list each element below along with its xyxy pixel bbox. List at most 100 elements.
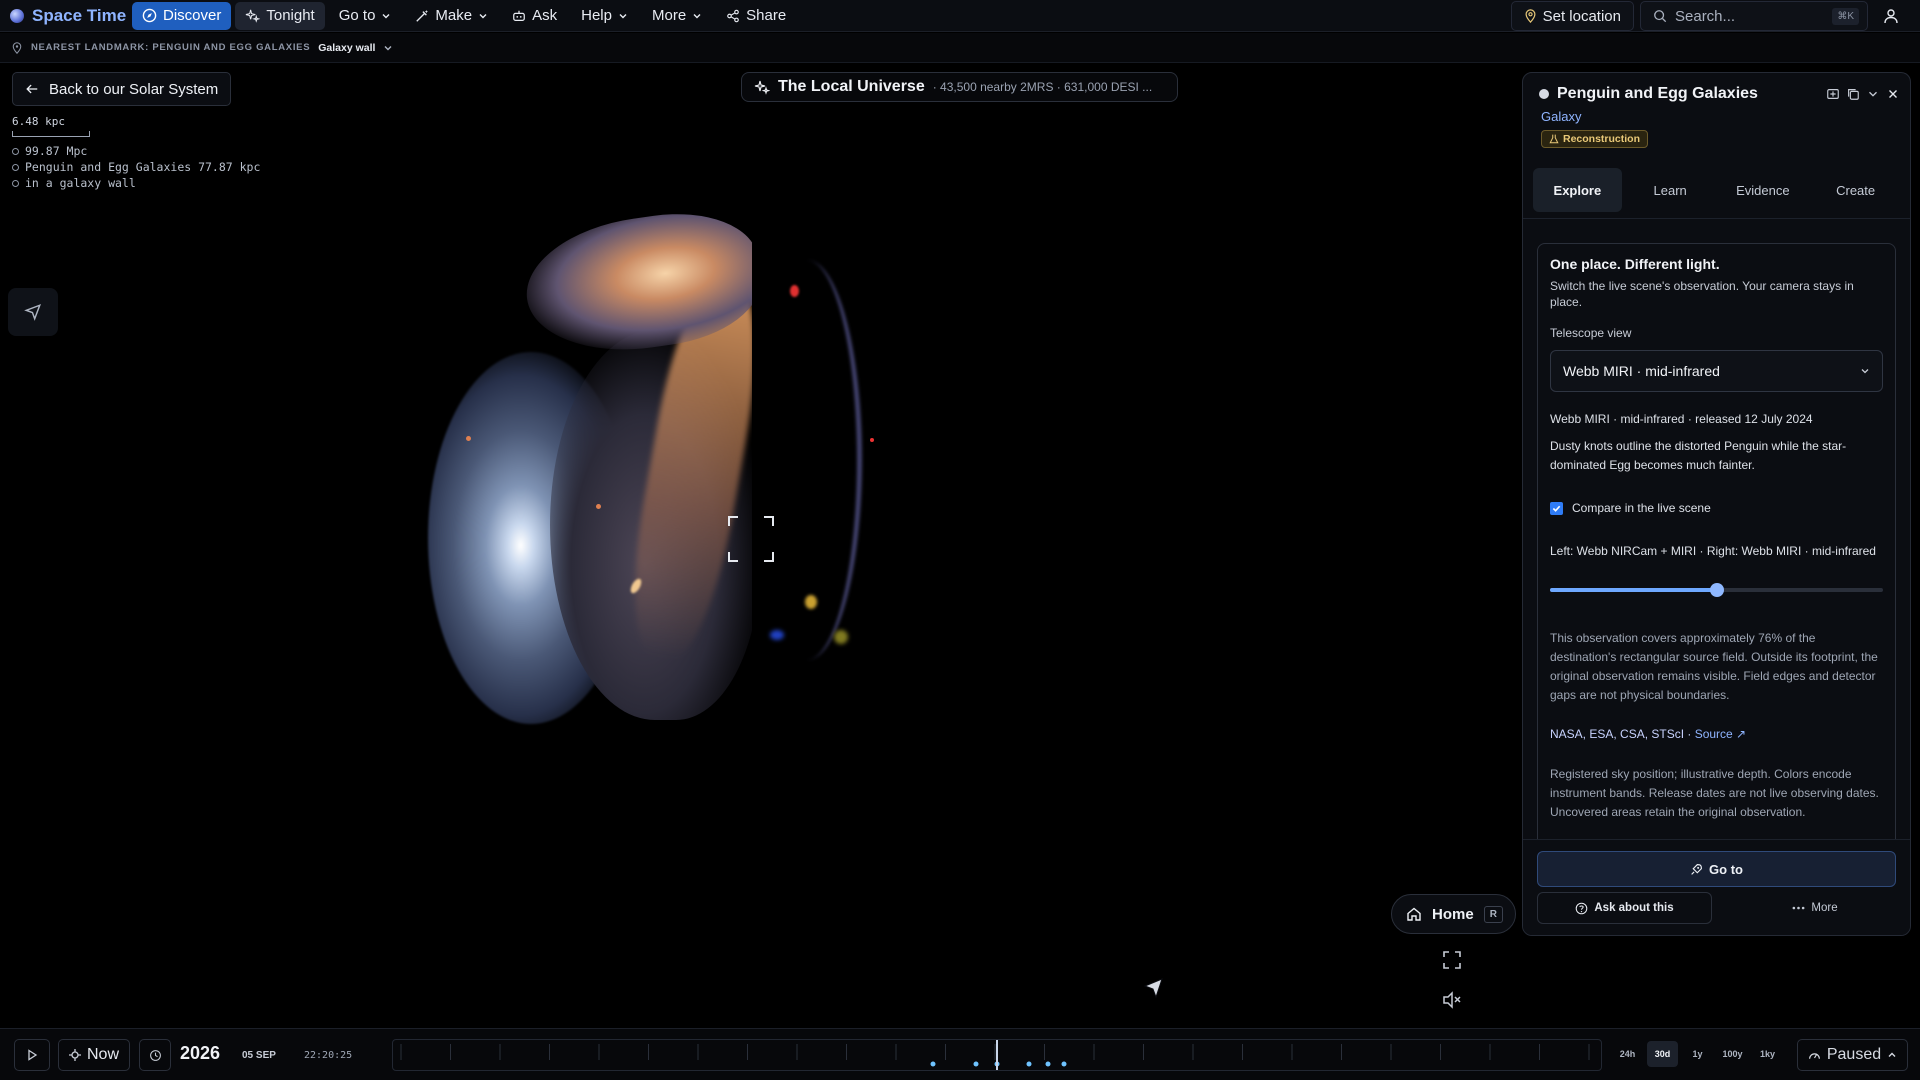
playback-state-label: Paused: [1826, 1046, 1882, 1063]
chevron-down-icon[interactable]: [383, 43, 393, 53]
position-readouts: 99.87 Mpc Penguin and Egg Galaxies 77.87…: [12, 143, 260, 191]
goto-menu[interactable]: Go to: [329, 2, 402, 30]
go-to-label: Go to: [1709, 861, 1743, 877]
panel-tabs: Explore Learn Evidence Create: [1533, 168, 1900, 212]
readout-row: Penguin and Egg Galaxies 77.87 kpc: [12, 159, 260, 175]
help-menu[interactable]: Help: [571, 2, 638, 30]
pin-panel-icon[interactable]: [1826, 87, 1840, 101]
search-icon: [1654, 10, 1667, 23]
timeline-scrubber[interactable]: [392, 1039, 1602, 1071]
home-button[interactable]: Home R: [1391, 894, 1516, 934]
more-actions-button[interactable]: More: [1745, 892, 1885, 924]
circle-icon: [12, 147, 19, 155]
timeline-event-dot[interactable]: [1026, 1061, 1032, 1067]
speed-gauge-icon: [1808, 1052, 1820, 1059]
top-right-controls: Set location ⌘K: [1510, 0, 1920, 32]
chevron-down-icon[interactable]: [1866, 87, 1880, 101]
range-1y[interactable]: 1y: [1682, 1041, 1713, 1067]
playback-state-button[interactable]: Paused: [1797, 1039, 1908, 1071]
map-pin-icon: [1525, 9, 1536, 23]
card-intro: Switch the live scene's observation. You…: [1550, 279, 1854, 309]
wand-icon: [416, 9, 429, 22]
observation-description: Dusty knots outline the distorted Pengui…: [1550, 439, 1847, 472]
landmark-label: NEAREST LANDMARK: PENGUIN AND EGG GALAXI…: [31, 42, 311, 53]
share-button[interactable]: Share: [716, 2, 796, 30]
chevron-down-icon: [1861, 369, 1869, 374]
search-box[interactable]: ⌘K: [1640, 1, 1868, 31]
observation-info: Webb MIRI · mid-infrared · released 12 J…: [1550, 412, 1813, 426]
scene-title: The Local Universe: [778, 78, 925, 95]
cursor-arrow-icon: [24, 304, 41, 321]
pointer-tool-button[interactable]: [8, 288, 58, 336]
share-icon: [727, 9, 739, 22]
home-shortcut: R: [1483, 905, 1503, 923]
landmark-value[interactable]: Galaxy wall: [318, 42, 375, 54]
tab-learn[interactable]: Learn: [1626, 168, 1715, 212]
back-label: Back to our Solar System: [49, 80, 219, 98]
ask-label: Ask: [532, 7, 558, 24]
telescope-view-label: Telescope view: [1550, 326, 1632, 340]
ask-button[interactable]: Ask: [502, 2, 567, 30]
telescope-view-select[interactable]: Webb MIRI · mid-infrared: [1550, 350, 1883, 392]
home-icon: [1407, 907, 1421, 921]
timeline-bar: Now 2026 05 SEP 22:20:25 24h 30d 1y 100y…: [0, 1028, 1920, 1080]
compare-row[interactable]: Compare in the live scene: [1550, 501, 1883, 515]
disclaimer-note: Registered sky position; illustrative de…: [1550, 767, 1879, 819]
make-menu[interactable]: Make: [405, 2, 498, 30]
history-button[interactable]: [139, 1039, 171, 1071]
timeline-event-dot[interactable]: [973, 1061, 979, 1067]
compare-checkbox[interactable]: [1550, 501, 1563, 515]
panel-header: Penguin and Egg Galaxies Galaxy Reconstr…: [1539, 85, 1900, 149]
discover-label: Discover: [163, 7, 222, 24]
telescope-view-value: Webb MIRI · mid-infrared: [1563, 363, 1720, 379]
timeline-year: 2026: [180, 1043, 221, 1063]
search-input[interactable]: [1675, 7, 1805, 25]
timeline-event-dot[interactable]: [1045, 1061, 1051, 1067]
go-to-button[interactable]: Go to: [1537, 851, 1896, 887]
fullscreen-icon[interactable]: [1440, 948, 1464, 972]
divider: [1523, 218, 1910, 219]
range-24h[interactable]: 24h: [1612, 1041, 1643, 1067]
tab-create[interactable]: Create: [1811, 168, 1900, 212]
discover-button[interactable]: Discover: [132, 1, 232, 30]
check-icon: [1552, 505, 1561, 512]
scene-title-pill[interactable]: The Local Universe · 43,500 nearby 2MRS …: [741, 72, 1178, 102]
badge-label: Reconstruction: [1563, 133, 1641, 145]
tab-evidence[interactable]: Evidence: [1719, 168, 1808, 212]
goto-label: Go to: [338, 7, 376, 24]
range-30d[interactable]: 30d: [1647, 1041, 1678, 1067]
timeline-event-dot[interactable]: [1061, 1061, 1067, 1067]
tonight-button[interactable]: Tonight: [235, 1, 325, 30]
more-menu[interactable]: More: [642, 2, 712, 30]
tab-explore[interactable]: Explore: [1533, 168, 1622, 212]
galaxy-viewport[interactable]: [400, 200, 920, 740]
range-100y[interactable]: 100y: [1717, 1041, 1748, 1067]
back-to-solar-system-button[interactable]: Back to our Solar System: [12, 72, 232, 106]
play-button[interactable]: [14, 1039, 50, 1071]
circle-icon: [12, 163, 19, 171]
range-1ky[interactable]: 1ky: [1752, 1041, 1783, 1067]
timeline-date: 05 SEP: [242, 1050, 276, 1061]
timeline-event-dot[interactable]: [930, 1061, 936, 1067]
play-icon: [28, 1049, 38, 1061]
mute-icon[interactable]: [1440, 988, 1464, 1012]
scale-label: 6.48 kpc: [12, 115, 65, 128]
set-location-button[interactable]: Set location: [1510, 1, 1634, 31]
timeline-time: 22:20:25: [304, 1050, 353, 1061]
slider-thumb[interactable]: [1709, 583, 1724, 597]
compare-slider[interactable]: [1550, 583, 1883, 597]
more-actions-label: More: [1811, 902, 1838, 914]
account-button[interactable]: [1874, 1, 1908, 31]
set-location-label: Set location: [1542, 7, 1621, 25]
brand[interactable]: Space Time: [0, 6, 132, 26]
chevron-down-icon: [479, 13, 487, 18]
now-button[interactable]: Now: [58, 1039, 131, 1071]
copy-icon[interactable]: [1846, 87, 1860, 101]
panel-title-row: Penguin and Egg Galaxies: [1539, 85, 1900, 103]
observation-card: One place. Different light. Switch the l…: [1537, 243, 1896, 895]
chevron-down-icon: [693, 13, 701, 18]
source-link[interactable]: Source ↗: [1695, 727, 1746, 741]
close-icon[interactable]: [1886, 87, 1900, 101]
ask-about-this-button[interactable]: Ask about this: [1537, 892, 1712, 924]
clock-icon: [149, 1049, 161, 1061]
